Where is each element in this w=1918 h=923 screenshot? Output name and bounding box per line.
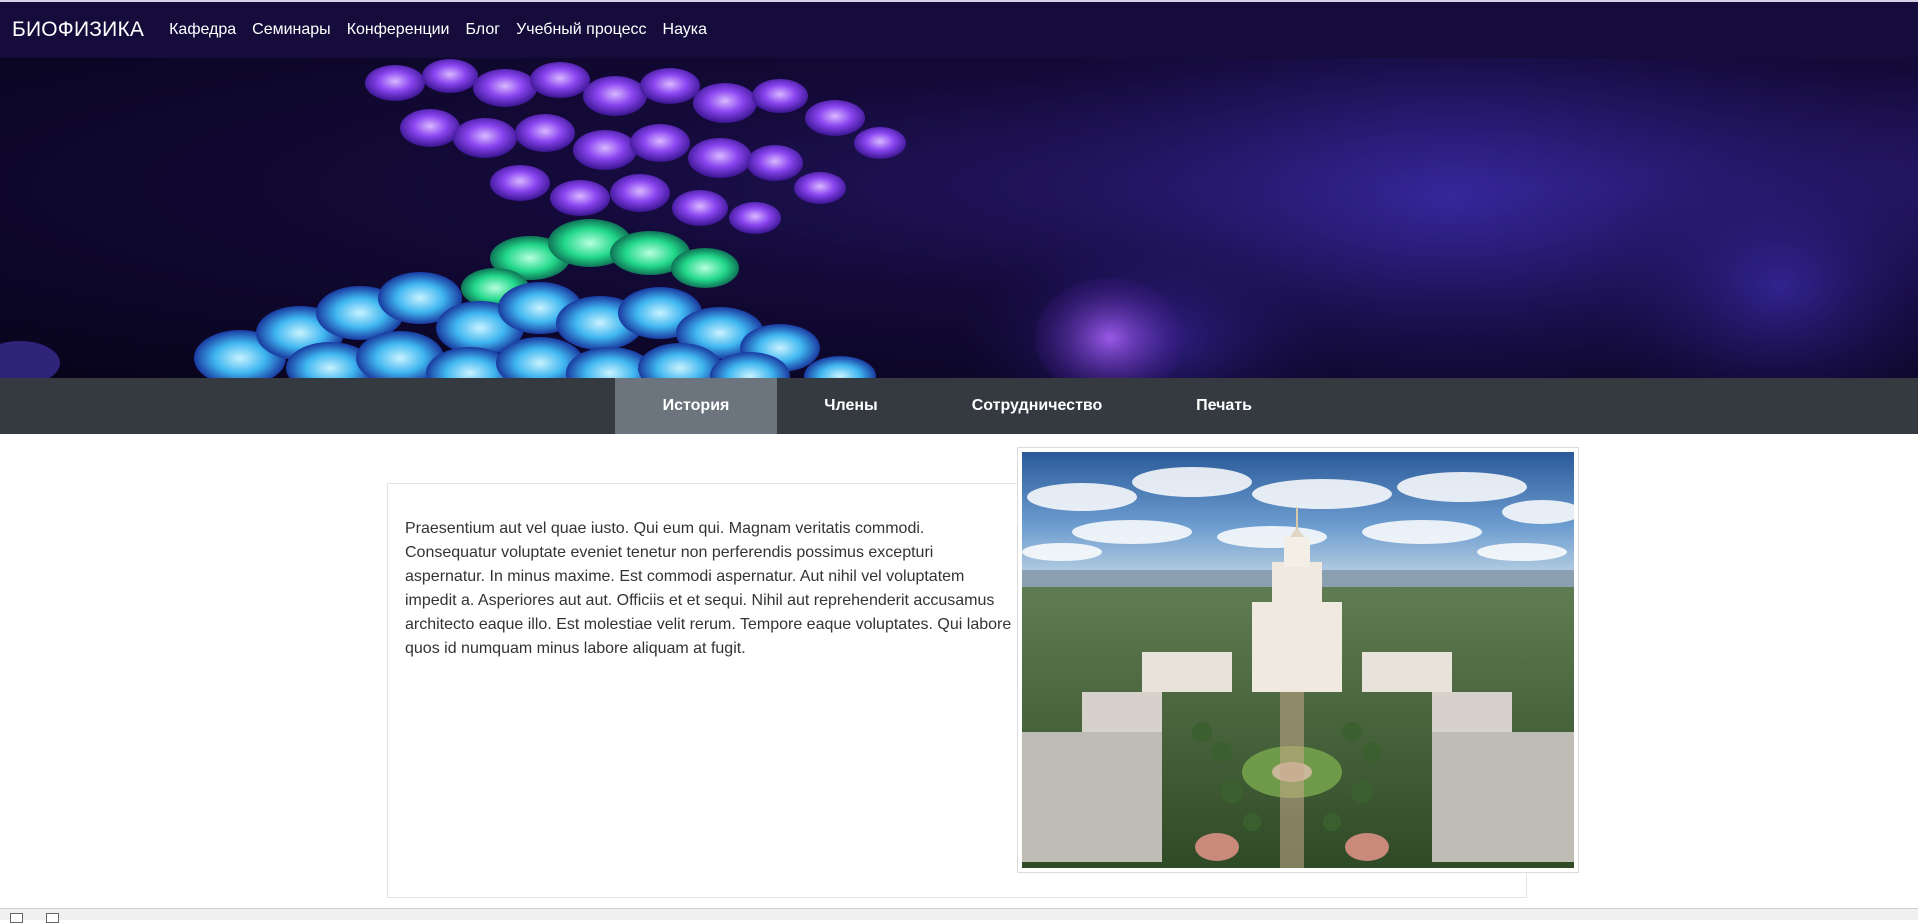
tab-cooperation[interactable]: Сотрудничество (925, 378, 1149, 434)
tab-members[interactable]: Члены (777, 378, 925, 434)
nav-link-conferences[interactable]: Конференции (347, 21, 450, 39)
photo-frame (1017, 447, 1579, 873)
nav-link-science[interactable]: Наука (663, 21, 708, 39)
status-bar (0, 908, 1918, 923)
nav-link-blog[interactable]: Блог (465, 21, 500, 39)
university-building-photo (1022, 452, 1574, 868)
hero-banner (0, 58, 1918, 378)
coral-banner-image (0, 58, 1918, 378)
history-paragraph: Praesentium aut vel quae iusto. Qui eum … (405, 520, 1012, 657)
section-tabs: История Члены Сотрудничество Печать (0, 378, 1918, 434)
tab-history[interactable]: История (615, 378, 777, 434)
nav-link-kafedra[interactable]: Кафедра (169, 21, 236, 39)
top-navbar: БИОФИЗИКА Кафедра Семинары Конференции Б… (0, 2, 1918, 58)
nav-link-study[interactable]: Учебный процесс (516, 21, 646, 39)
status-window-icon[interactable] (46, 913, 59, 923)
nav-link-seminars[interactable]: Семинары (252, 21, 331, 39)
tab-print[interactable]: Печать (1149, 378, 1299, 434)
site-brand[interactable]: БИОФИЗИКА (12, 18, 144, 42)
status-toggle-icon[interactable] (10, 913, 23, 923)
